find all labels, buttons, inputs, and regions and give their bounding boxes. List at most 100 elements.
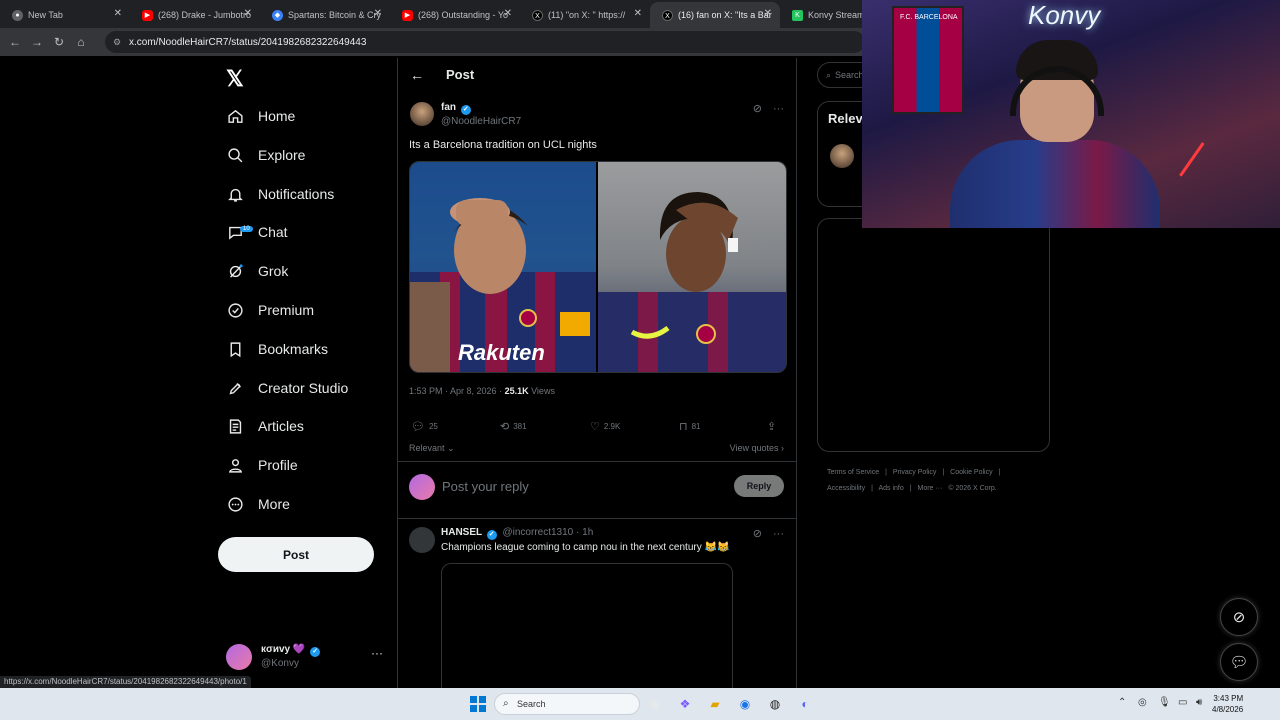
- browser-tab-active[interactable]: X (16) fan on X: "Its a Bar ✕: [650, 2, 780, 28]
- trends-card: [817, 218, 1050, 452]
- repost-action[interactable]: ⟲ 381: [500, 420, 527, 433]
- author-name[interactable]: fan ✓: [441, 102, 471, 115]
- comment-author[interactable]: HANSEL ✓ @incorrect1310 · 1h: [441, 527, 593, 540]
- account-switcher[interactable]: кσиvу 💜 ✓ @Konvy ···: [226, 642, 386, 672]
- more-dots-icon[interactable]: ···: [773, 103, 784, 115]
- close-tab-icon[interactable]: ✕: [244, 8, 252, 19]
- accessibility-link[interactable]: Accessibility: [827, 485, 865, 492]
- browser-tab[interactable]: ◆ Spartans: Bitcoin & Cry ✕: [260, 2, 390, 28]
- heart-icon: ♡: [590, 421, 600, 433]
- nav-item-profile[interactable]: Profile: [226, 450, 298, 480]
- nav-item-notifications[interactable]: Notifications: [226, 179, 334, 209]
- nav-item-creator-studio[interactable]: Creator Studio: [226, 373, 348, 403]
- main-column: ← Post fan ✓ @NoodleHairCR7 ⊘ ··· Its a …: [397, 58, 797, 693]
- browser-tab[interactable]: ▶ (268) Drake - Jumbotro ✕: [130, 2, 260, 28]
- reply-input[interactable]: Post your reply: [442, 479, 529, 494]
- bookmark-icon: [226, 340, 244, 358]
- nav-item-grok[interactable]: Grok: [226, 256, 288, 286]
- svg-text:Rakuten: Rakuten: [458, 340, 545, 365]
- ads-info-link[interactable]: Ads info: [878, 485, 903, 492]
- close-tab-icon[interactable]: ✕: [764, 8, 772, 19]
- close-tab-icon[interactable]: ✕: [504, 8, 512, 19]
- post-media[interactable]: Rakuten: [409, 161, 787, 373]
- browser-tab[interactable]: X (11) "on X: " https://✕: [520, 2, 650, 28]
- webcam-overlay: F.C. BARCELONA Konvy: [862, 0, 1280, 228]
- reload-icon[interactable]: ↻: [48, 35, 70, 49]
- taskbar-search[interactable]: ⌕ Search: [494, 693, 640, 715]
- more-link[interactable]: More ···: [918, 485, 943, 492]
- post-button[interactable]: Post: [218, 537, 374, 572]
- url-input[interactable]: ⚙ x.com/NoodleHairCR7/status/20419826823…: [105, 31, 865, 53]
- bell-icon: [226, 185, 244, 203]
- post-text: Its a Barcelona tradition on UCL nights: [409, 139, 597, 151]
- messages-float-icon[interactable]: 💬︎: [1220, 643, 1258, 681]
- close-tab-icon[interactable]: ✕: [634, 8, 642, 19]
- grok-icon[interactable]: ⊘: [753, 528, 762, 540]
- verified-badge-icon: ✓: [486, 530, 497, 540]
- nav-item-chat[interactable]: 10 Chat: [226, 217, 288, 247]
- reply-action[interactable]: 💬︎ 25: [411, 420, 438, 433]
- post-header: ← Post: [398, 58, 797, 94]
- relevant-person-avatar[interactable]: [830, 144, 854, 168]
- close-tab-icon[interactable]: ✕: [374, 8, 382, 19]
- close-tab-icon[interactable]: ✕: [114, 8, 122, 19]
- comment-avatar[interactable]: [409, 527, 435, 553]
- post-actions: 💬︎ 25 ⟲ 381 ♡ 2.9K ⊓ 81 ⇪: [409, 420, 787, 434]
- sort-replies-dropdown[interactable]: Relevant ⌄: [409, 443, 455, 454]
- reply-icon: 💬︎: [411, 421, 425, 433]
- copilot-icon[interactable]: ❖: [676, 695, 694, 713]
- post-photo-2[interactable]: [598, 162, 786, 372]
- nav-item-more[interactable]: More: [226, 489, 290, 519]
- bookmark-action[interactable]: ⊓ 81: [679, 420, 701, 433]
- grok-icon[interactable]: ⊘: [753, 103, 762, 115]
- task-view-icon[interactable]: ▣: [646, 695, 664, 713]
- reply-button[interactable]: Reply: [734, 475, 784, 497]
- comment-media[interactable]: [441, 563, 733, 693]
- search-icon: ⌕: [826, 69, 832, 80]
- view-quotes-link[interactable]: View quotes ›: [730, 443, 784, 453]
- tray-app-icon[interactable]: ◎: [1138, 697, 1147, 708]
- more-dots-icon[interactable]: ···: [773, 528, 784, 540]
- microphone-icon[interactable]: 🎙︎: [1158, 697, 1171, 708]
- back-arrow-icon[interactable]: ←: [4, 35, 26, 49]
- page-title: Post: [446, 67, 475, 82]
- browser-tab[interactable]: ▶ (268) Outstanding - Yo ✕: [390, 2, 520, 28]
- privacy-link[interactable]: Privacy Policy: [893, 469, 937, 476]
- browser-tab[interactable]: ● New Tab ✕: [0, 2, 130, 28]
- home-icon[interactable]: ⌂: [70, 35, 92, 49]
- cookie-link[interactable]: Cookie Policy: [950, 469, 992, 476]
- like-action[interactable]: ♡ 2.9K: [590, 420, 620, 433]
- streamer: [950, 36, 1160, 228]
- file-explorer-icon[interactable]: ▰: [706, 695, 724, 713]
- discord-icon[interactable]: ◐: [796, 695, 814, 713]
- chrome-icon: ●: [12, 10, 23, 21]
- nav-item-articles[interactable]: Articles: [226, 411, 304, 441]
- chrome-icon[interactable]: ◉: [736, 695, 754, 713]
- left-sidebar: 𝕏 Home Explore Notifications 10 Chat Gro…: [218, 58, 396, 688]
- x-logo-icon[interactable]: 𝕏: [226, 66, 244, 92]
- windows-start-icon[interactable]: [469, 695, 487, 713]
- post-meta: 1:53 PM · Apr 8, 2026 · 25.1K Views: [409, 386, 555, 396]
- more-dots-icon[interactable]: ···: [371, 646, 383, 660]
- forward-arrow-icon[interactable]: →: [26, 35, 48, 49]
- back-arrow-icon[interactable]: ←: [410, 67, 424, 83]
- terms-link[interactable]: Terms of Service: [827, 469, 879, 476]
- author-handle[interactable]: @NoodleHairCR7: [441, 116, 521, 127]
- x-icon: X: [532, 10, 543, 21]
- post-photo-1[interactable]: Rakuten: [410, 162, 598, 372]
- repost-icon: ⟲: [500, 421, 510, 433]
- network-icon[interactable]: ▭: [1178, 697, 1187, 708]
- taskbar-clock[interactable]: 3:43 PM 4/8/2026: [1212, 693, 1243, 715]
- grok-float-icon[interactable]: ⊘: [1220, 598, 1258, 636]
- nav-item-home[interactable]: Home: [226, 101, 295, 131]
- tray-chevron-icon[interactable]: ⌃: [1118, 697, 1126, 708]
- nav-item-bookmarks[interactable]: Bookmarks: [226, 334, 328, 364]
- volume-icon[interactable]: 🔊︎: [1196, 697, 1202, 708]
- site-info-icon[interactable]: ⚙: [113, 37, 121, 48]
- nav-item-premium[interactable]: Premium: [226, 295, 314, 325]
- obs-icon[interactable]: ◍: [766, 695, 784, 713]
- grok-icon: [226, 262, 244, 280]
- share-action[interactable]: ⇪: [767, 420, 780, 433]
- author-avatar[interactable]: [410, 102, 434, 126]
- nav-item-explore[interactable]: Explore: [226, 140, 305, 170]
